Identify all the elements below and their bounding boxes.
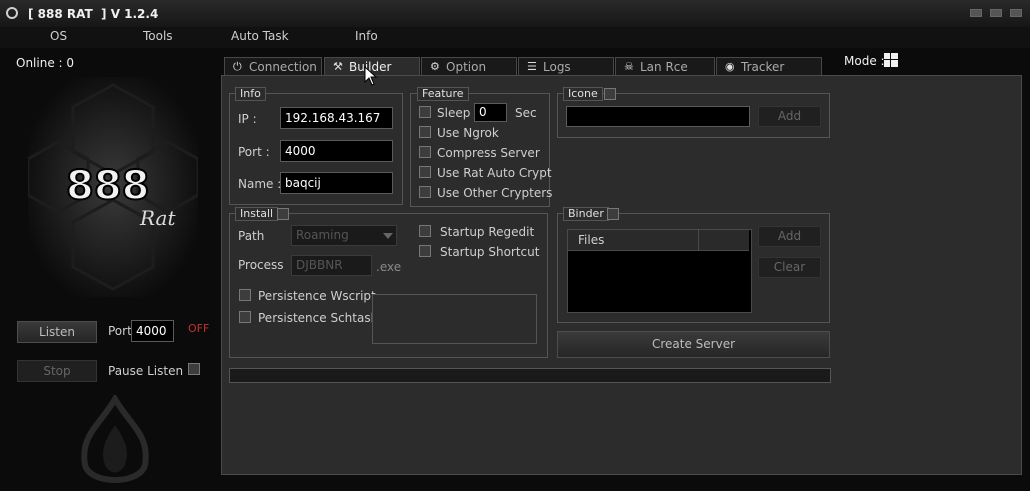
autocrypt-checkbox[interactable] <box>419 166 431 178</box>
path-dropdown[interactable]: Roaming <box>291 225 397 246</box>
path-label: Path <box>238 229 265 243</box>
persistence-wscript-label: Persistence Wscript <box>258 289 376 303</box>
online-count: Online : 0 <box>16 56 75 70</box>
binder-add-button[interactable]: Add <box>758 226 821 247</box>
minimize-button[interactable] <box>970 9 982 17</box>
tab-option[interactable]: ⚙ Option <box>421 57 517 75</box>
listen-status: OFF <box>188 322 210 335</box>
chevron-down-icon <box>383 233 393 239</box>
process-label: Process <box>238 258 284 272</box>
crypters-checkbox[interactable] <box>419 186 431 198</box>
column-divider <box>698 230 699 250</box>
create-server-button[interactable]: Create Server <box>557 331 830 358</box>
process-extension: .exe <box>376 260 402 274</box>
name-input[interactable]: baqcij <box>280 172 393 194</box>
logo-subtext: Rat <box>139 206 176 230</box>
sleep-label: Sleep <box>437 106 471 120</box>
feature-group-title: Feature <box>417 87 469 101</box>
startup-shortcut-checkbox[interactable] <box>419 245 431 257</box>
sleep-input[interactable]: 0 <box>474 103 507 122</box>
startup-regedit-label: Startup Regedit <box>440 225 535 239</box>
ip-input[interactable]: 192.168.43.167 <box>280 107 393 129</box>
sleep-checkbox[interactable] <box>419 106 431 118</box>
ngrok-label: Use Ngrok <box>437 126 499 140</box>
stop-button[interactable]: Stop <box>17 360 97 382</box>
compress-label: Compress Server <box>437 146 540 160</box>
autocrypt-label: Use Rat Auto Crypt <box>437 166 552 180</box>
gear-icon: ⚙ <box>430 60 440 73</box>
install-preview-box <box>372 294 537 344</box>
window-title: [ 888 RAT ] V 1.2.4 <box>28 7 159 21</box>
windows-icon[interactable] <box>884 53 898 67</box>
mouse-cursor-icon <box>364 66 378 86</box>
process-input[interactable]: DJBBNR <box>291 255 372 276</box>
startup-regedit-checkbox[interactable] <box>419 225 431 237</box>
port-label: Port : <box>238 145 270 159</box>
icone-add-button[interactable]: Add <box>758 106 821 127</box>
tab-tracker[interactable]: ◉ Tracker <box>716 57 822 75</box>
close-button[interactable] <box>1010 9 1022 17</box>
name-label: Name : <box>238 177 282 191</box>
files-column-header: Files <box>568 230 749 251</box>
sleep-unit: Sec <box>515 106 537 120</box>
port-input[interactable]: 4000 <box>280 140 393 162</box>
listen-button[interactable]: Listen <box>17 321 97 343</box>
sidebar-port-input[interactable]: 4000 <box>131 320 174 342</box>
compress-checkbox[interactable] <box>419 146 431 158</box>
menu-auto-task[interactable]: Auto Task <box>231 29 289 43</box>
sidebar-port-label: Port <box>108 324 132 338</box>
install-checkbox[interactable] <box>277 208 289 220</box>
tab-connection[interactable]: ⏻ Connection <box>224 57 322 75</box>
persistence-schtasks-label: Persistence Schtasks <box>258 311 384 325</box>
document-icon: ☰ <box>527 60 537 73</box>
pause-listen-checkbox[interactable] <box>188 363 200 375</box>
install-group-title: Install <box>235 207 279 221</box>
logo-image: 888 Rat <box>28 77 198 297</box>
pause-listen-label: Pause Listen <box>108 364 184 378</box>
crypters-label: Use Other Crypters <box>437 186 553 200</box>
tab-lan-rce[interactable]: ☠ Lan Rce <box>615 57 715 75</box>
icone-group-title: Icone <box>563 87 603 101</box>
mode-label: Mode : <box>844 54 885 68</box>
startup-shortcut-label: Startup Shortcut <box>440 245 540 259</box>
globe-icon: ◉ <box>725 60 735 73</box>
plug-icon: ⏻ <box>233 60 242 73</box>
persistence-schtasks-checkbox[interactable] <box>239 311 251 323</box>
menu-os[interactable]: OS <box>50 29 67 43</box>
tribal-logo <box>81 395 149 483</box>
tools-icon: ⚒ <box>333 60 343 73</box>
path-dropdown-value: Roaming <box>296 228 349 242</box>
app-power-icon[interactable] <box>6 7 18 19</box>
files-header-label: Files <box>578 233 605 247</box>
build-progress-bar <box>229 368 831 383</box>
ip-label: IP : <box>238 112 257 126</box>
tab-logs[interactable]: ☰ Logs <box>518 57 614 75</box>
binder-checkbox[interactable] <box>607 208 619 220</box>
binder-group-title: Binder <box>563 207 609 221</box>
logo-text: 888 <box>66 163 150 209</box>
ngrok-checkbox[interactable] <box>419 126 431 138</box>
icone-checkbox[interactable] <box>604 88 616 100</box>
skull-icon: ☠ <box>624 60 634 73</box>
binder-files-list[interactable]: Files <box>567 229 752 313</box>
menu-info[interactable]: Info <box>355 29 378 43</box>
info-group-title: Info <box>235 87 266 101</box>
icone-path-input[interactable] <box>566 106 750 127</box>
maximize-button[interactable] <box>990 9 1002 17</box>
persistence-wscript-checkbox[interactable] <box>239 289 251 301</box>
binder-clear-button[interactable]: Clear <box>758 257 821 278</box>
menu-tools[interactable]: Tools <box>143 29 173 43</box>
